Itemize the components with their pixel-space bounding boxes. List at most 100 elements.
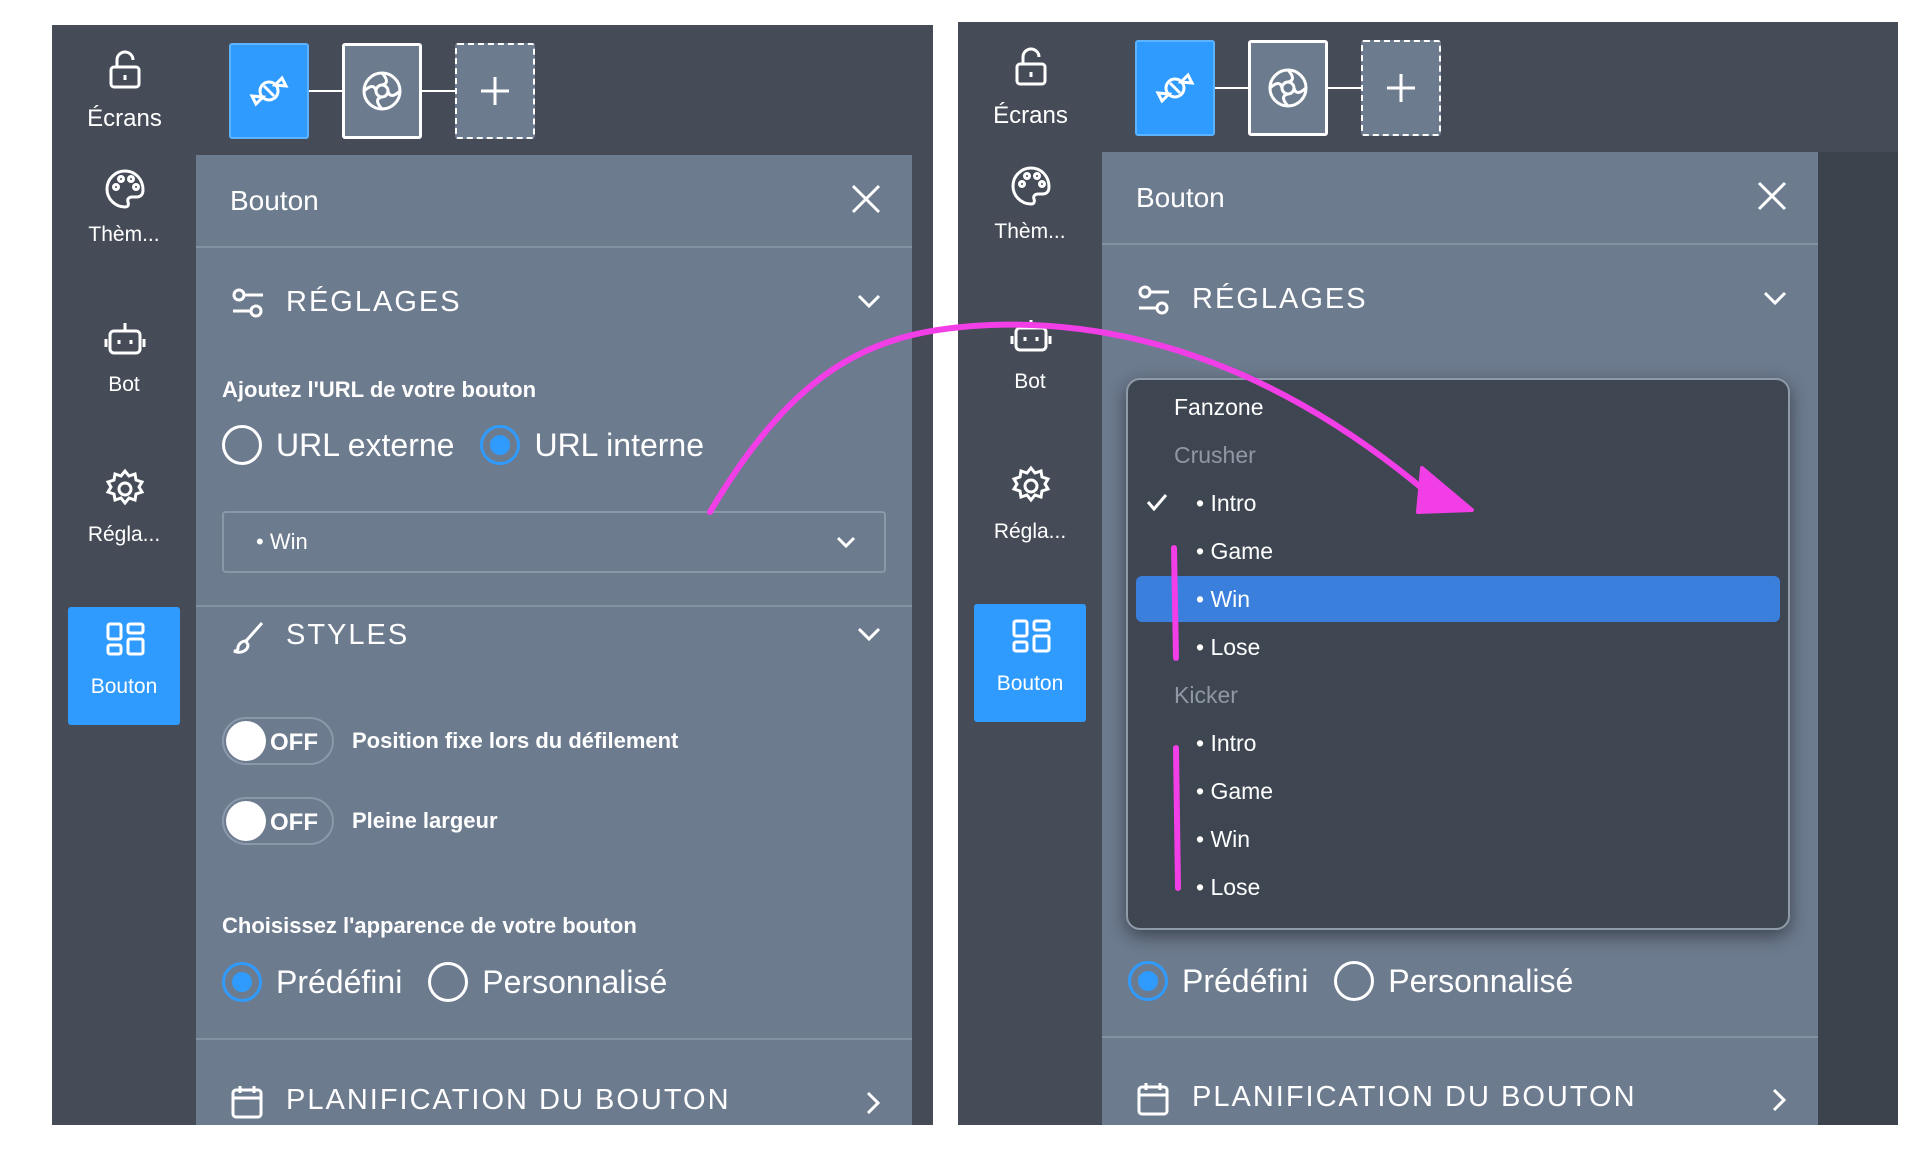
sidebar-label: Régla... bbox=[993, 520, 1067, 543]
sidebar-item-theme[interactable]: Thèm... bbox=[974, 152, 1086, 270]
section-styles-header[interactable]: STYLES bbox=[196, 605, 912, 665]
sidebar-item-theme[interactable]: Thèm... bbox=[68, 155, 180, 273]
gear-icon bbox=[1011, 465, 1051, 503]
spinner-icon bbox=[362, 71, 402, 111]
divider bbox=[1102, 1036, 1818, 1038]
step-candy[interactable] bbox=[1135, 40, 1215, 136]
sliders-icon bbox=[1138, 285, 1169, 315]
select-value: • Win bbox=[256, 529, 308, 554]
sidebar-item-button[interactable]: Bouton bbox=[974, 604, 1086, 722]
sidebar-item-settings[interactable]: Régla... bbox=[68, 455, 180, 573]
section-title: RÉGLAGES bbox=[286, 286, 462, 318]
appearance-label: Choisissez l'apparence de votre bouton bbox=[222, 913, 637, 938]
section-title: PLANIFICATION DU BOUTON bbox=[286, 1084, 731, 1116]
sidebar-label: Thèm... bbox=[88, 223, 160, 246]
radio-preset[interactable] bbox=[1128, 961, 1168, 1001]
dropdown-option[interactable]: • Game bbox=[1128, 768, 1788, 814]
section-title: STYLES bbox=[286, 619, 410, 651]
toggle-row-fixed: OFF Position fixe lors du défilement bbox=[222, 717, 678, 765]
radio-custom[interactable] bbox=[428, 962, 469, 1002]
panel-header: Bouton bbox=[196, 155, 912, 248]
url-dropdown-menu: Fanzone Crusher • Intro • Game • Win • Lose Ki… bbox=[1126, 378, 1790, 930]
dropdown-option[interactable]: • Win bbox=[1128, 576, 1788, 622]
step-spin[interactable] bbox=[1248, 40, 1328, 136]
radio-preset[interactable] bbox=[222, 962, 262, 1002]
radio-label: Prédéfini bbox=[276, 963, 403, 1000]
chevron-down-icon bbox=[857, 627, 881, 642]
plus-icon bbox=[1387, 74, 1415, 102]
gear-icon bbox=[105, 468, 145, 506]
sidebar-item-bot[interactable]: Bot bbox=[68, 305, 180, 423]
dropdown-option[interactable]: • Lose bbox=[1128, 864, 1788, 910]
full-width-toggle[interactable]: OFF bbox=[222, 797, 334, 845]
sidebar-item-settings[interactable]: Régla... bbox=[974, 452, 1086, 570]
close-icon[interactable] bbox=[850, 183, 882, 215]
sidebar-item-button[interactable]: Bouton bbox=[68, 607, 180, 725]
screens-label: Écrans bbox=[87, 105, 162, 132]
sidebar: Thèm... Bot Régla... Bouton bbox=[52, 155, 196, 1125]
palette-icon bbox=[105, 169, 145, 209]
section-schedule-header[interactable]: PLANIFICATION DU BOUTON bbox=[1102, 1067, 1818, 1125]
radio-custom[interactable] bbox=[1334, 961, 1375, 1001]
radio-label: Personnalisé bbox=[1388, 962, 1574, 999]
radio-url-internal[interactable] bbox=[480, 425, 521, 465]
step-connector bbox=[1328, 87, 1361, 89]
add-step-button[interactable] bbox=[455, 43, 535, 139]
fixed-position-toggle[interactable]: OFF bbox=[222, 717, 334, 765]
step-candy[interactable] bbox=[229, 43, 309, 139]
url-label: Ajoutez l'URL de votre bouton bbox=[222, 377, 537, 402]
dropdown-item-label: • Win bbox=[1196, 586, 1251, 612]
robot-icon bbox=[104, 323, 146, 355]
dropdown-group-label: Fanzone bbox=[1128, 384, 1788, 430]
toggle-row-width: OFF Pleine largeur bbox=[222, 797, 498, 845]
dropdown-group-label: Kicker bbox=[1128, 672, 1788, 718]
sidebar-label: Bot bbox=[1014, 370, 1046, 393]
unlock-icon bbox=[1015, 47, 1047, 86]
chevron-right-icon bbox=[866, 1091, 881, 1115]
dropdown-item-label: • Lose bbox=[1196, 874, 1261, 900]
dropdown-item-label: • Lose bbox=[1196, 634, 1261, 660]
calendar-icon bbox=[231, 1086, 263, 1119]
radio-url-external[interactable] bbox=[222, 425, 262, 465]
dropdown-option[interactable]: • Game bbox=[1128, 528, 1788, 574]
screens-button[interactable]: Écrans bbox=[958, 22, 1103, 152]
dropdown-option[interactable]: • Intro bbox=[1128, 720, 1788, 766]
section-settings-header[interactable]: RÉGLAGES bbox=[1102, 269, 1818, 329]
dropdown-item-label: • Intro bbox=[1196, 730, 1257, 756]
dropdown-option[interactable]: • Win bbox=[1128, 816, 1788, 862]
step-connector bbox=[309, 90, 342, 92]
section-schedule-header[interactable]: PLANIFICATION DU BOUTON bbox=[196, 1070, 912, 1125]
brush-icon bbox=[233, 622, 264, 654]
add-step-button[interactable] bbox=[1361, 40, 1441, 136]
sidebar-label: Régla... bbox=[87, 523, 161, 546]
sidebar-item-bot[interactable]: Bot bbox=[974, 302, 1086, 420]
step-spin[interactable] bbox=[342, 43, 422, 139]
unlock-icon bbox=[109, 50, 141, 89]
close-icon[interactable] bbox=[1756, 180, 1788, 212]
step-connector bbox=[422, 90, 455, 92]
background-strip bbox=[1818, 152, 1898, 1125]
appearance-radio-group: Prédéfini Personnalisé bbox=[1128, 959, 1599, 1003]
dropdown-item-label: • Game bbox=[1196, 538, 1274, 564]
dropdown-option[interactable]: • Lose bbox=[1128, 624, 1788, 670]
dropdown-item-label: Kicker bbox=[1174, 682, 1238, 708]
section-title: PLANIFICATION DU BOUTON bbox=[1192, 1081, 1637, 1113]
screens-button[interactable]: Écrans bbox=[52, 25, 197, 155]
dropdown-option[interactable]: • Intro bbox=[1128, 480, 1788, 526]
right-screenshot: Écrans Thèm... Bot Régla... Bouton Bouto… bbox=[958, 22, 1898, 1125]
grid-icon bbox=[106, 622, 145, 656]
dropdown-item-label: • Game bbox=[1196, 778, 1274, 804]
robot-icon bbox=[1010, 320, 1052, 352]
section-settings-header[interactable]: RÉGLAGES bbox=[196, 272, 912, 332]
button-settings-panel: Bouton RÉGLAGES Ajoutez l'URL de votre b… bbox=[196, 155, 912, 1125]
toggle-knob bbox=[226, 801, 266, 841]
radio-label: URL externe bbox=[276, 426, 455, 463]
chevron-down-icon bbox=[857, 294, 881, 309]
sidebar-label: Bouton bbox=[996, 672, 1064, 695]
toggle-state: OFF bbox=[270, 729, 318, 756]
chevron-down-icon bbox=[836, 536, 856, 549]
dropdown-item-label: • Intro bbox=[1196, 490, 1257, 516]
toggle-knob bbox=[226, 721, 266, 761]
internal-url-select[interactable]: • Win bbox=[222, 511, 886, 573]
dropdown-item-label: • Win bbox=[1196, 826, 1251, 852]
